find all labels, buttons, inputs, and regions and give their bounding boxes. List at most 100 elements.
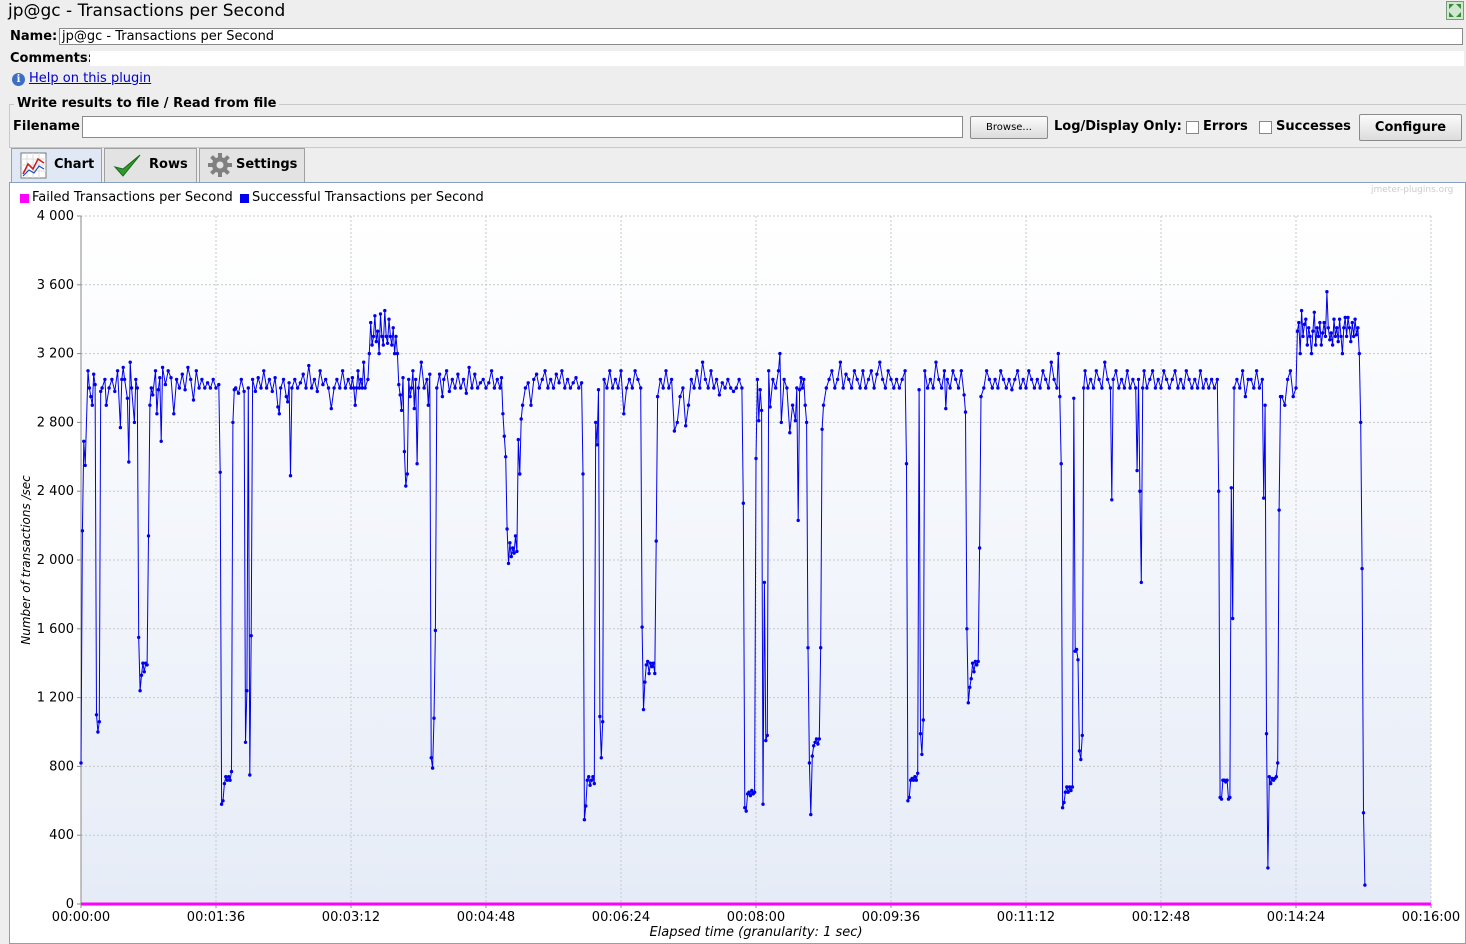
data-point — [100, 386, 104, 390]
data-point — [740, 386, 744, 390]
data-point — [1076, 658, 1080, 662]
data-point — [132, 420, 137, 425]
data-point — [982, 386, 986, 390]
data-point — [560, 369, 564, 373]
data-point — [1252, 386, 1256, 390]
x-tick-label: 00:11:12 — [997, 910, 1055, 925]
data-point — [399, 408, 404, 413]
data-point — [1070, 785, 1075, 789]
data-point — [502, 434, 506, 438]
data-point — [442, 377, 446, 382]
data-point — [329, 406, 333, 411]
data-point — [1360, 566, 1364, 571]
data-point — [1322, 320, 1326, 325]
data-point — [155, 412, 159, 416]
data-point — [1201, 386, 1205, 390]
data-point — [655, 394, 660, 399]
data-point — [1328, 338, 1332, 342]
data-point — [904, 462, 909, 466]
data-point — [473, 372, 477, 376]
data-point — [309, 386, 314, 390]
data-point — [1062, 800, 1066, 805]
data-point — [295, 386, 300, 390]
data-point — [387, 317, 391, 321]
data-point — [340, 369, 345, 373]
data-point — [270, 389, 274, 394]
data-point — [428, 372, 432, 376]
data-point — [963, 410, 968, 414]
data-point — [1181, 386, 1186, 390]
data-point — [381, 343, 385, 347]
data-point — [1125, 369, 1130, 373]
data-point — [508, 541, 512, 545]
data-point — [504, 455, 508, 459]
data-point — [1190, 386, 1194, 390]
data-point — [1001, 377, 1006, 382]
data-point — [782, 377, 786, 382]
data-point — [764, 738, 768, 743]
data-point — [640, 625, 644, 629]
data-point — [529, 403, 533, 407]
data-point — [79, 761, 83, 765]
data-point — [819, 646, 823, 650]
data-point — [990, 386, 994, 390]
data-point — [1342, 326, 1346, 330]
data-point — [1347, 326, 1352, 330]
data-point — [82, 439, 86, 443]
data-point — [180, 372, 184, 376]
data-point — [122, 377, 127, 382]
y-axis-label: Number of transactions /sec — [19, 475, 33, 645]
data-point — [757, 419, 761, 423]
data-point — [1340, 351, 1345, 356]
data-point — [422, 386, 426, 390]
data-point — [942, 369, 947, 373]
data-point — [475, 386, 480, 390]
data-point — [1114, 369, 1118, 373]
data-point — [596, 388, 601, 392]
data-point — [1269, 781, 1273, 786]
y-tick-label: 1 600 — [37, 622, 74, 637]
data-point — [526, 381, 530, 385]
data-point — [800, 386, 805, 390]
data-point — [969, 677, 973, 681]
data-point — [1363, 883, 1367, 887]
data-point — [1330, 343, 1335, 347]
data-point — [1041, 369, 1045, 373]
data-point — [478, 381, 483, 385]
data-point — [977, 546, 982, 550]
data-point — [222, 781, 227, 786]
data-point — [1318, 320, 1322, 325]
data-point — [509, 554, 513, 559]
data-point — [1276, 761, 1280, 765]
data-point — [1198, 369, 1203, 373]
data-point — [159, 439, 163, 443]
data-point — [1295, 329, 1300, 333]
data-point — [371, 334, 376, 339]
data-point — [956, 386, 961, 390]
data-point — [498, 386, 502, 390]
x-tick-label: 00:06:24 — [592, 910, 650, 925]
data-point — [87, 386, 92, 390]
data-point — [253, 389, 258, 394]
data-point — [293, 377, 297, 382]
data-point — [1277, 508, 1281, 512]
data-point — [174, 377, 179, 382]
data-point — [158, 376, 162, 380]
data-point — [1240, 369, 1245, 373]
data-point — [921, 718, 925, 722]
data-point — [1209, 377, 1214, 382]
data-point — [1298, 351, 1302, 356]
data-point — [511, 546, 515, 550]
data-point — [1291, 394, 1295, 399]
data-point — [1044, 377, 1048, 382]
data-point — [1013, 377, 1017, 382]
data-point — [595, 443, 599, 447]
data-point — [1350, 320, 1355, 325]
data-point — [613, 377, 618, 382]
data-point — [1117, 386, 1121, 390]
data-point — [402, 449, 407, 454]
data-point — [771, 377, 775, 382]
data-point — [277, 412, 281, 416]
data-point — [1097, 377, 1101, 382]
data-point — [203, 386, 207, 390]
